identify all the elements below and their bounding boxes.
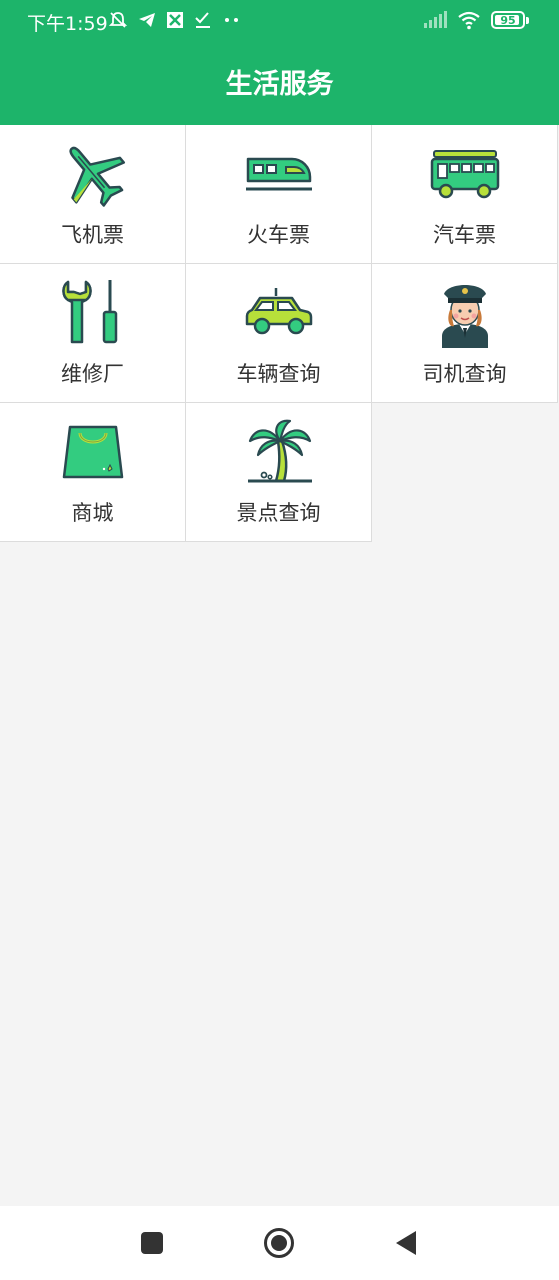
service-item-attraction-query[interactable]: 景点查询 bbox=[186, 403, 372, 542]
bus-icon bbox=[430, 150, 499, 199]
shopping-bag-icon bbox=[62, 425, 123, 479]
service-label: 司机查询 bbox=[422, 362, 507, 386]
driver-icon bbox=[441, 285, 488, 348]
back-button[interactable] bbox=[394, 1230, 418, 1256]
train-icon bbox=[245, 157, 312, 191]
system-navigation-bar bbox=[0, 1206, 559, 1280]
checkmark-icon bbox=[195, 12, 210, 28]
notification-icons bbox=[108, 10, 242, 30]
car-icon bbox=[245, 288, 312, 335]
service-item-repair-shop[interactable]: 维修厂 bbox=[0, 264, 186, 403]
wifi-icon bbox=[458, 11, 480, 30]
service-label: 火车票 bbox=[247, 223, 310, 247]
recent-apps-button[interactable] bbox=[140, 1231, 164, 1255]
service-label: 汽车票 bbox=[433, 223, 496, 247]
battery-indicator: 95 bbox=[491, 11, 529, 29]
service-item-bus[interactable]: 汽车票 bbox=[372, 125, 558, 264]
home-button[interactable] bbox=[263, 1227, 295, 1259]
mute-icon bbox=[108, 12, 128, 28]
service-item-train[interactable]: 火车票 bbox=[186, 125, 372, 264]
service-label: 商城 bbox=[71, 501, 114, 525]
service-label: 景点查询 bbox=[236, 501, 321, 525]
app-header: 下午1:59 95 生活服务 bbox=[0, 0, 559, 125]
service-item-vehicle-query[interactable]: 车辆查询 bbox=[186, 264, 372, 403]
page-title: 生活服务 bbox=[225, 69, 334, 100]
app-notification-icon bbox=[167, 12, 183, 28]
telegram-icon bbox=[139, 13, 155, 27]
service-label: 车辆查询 bbox=[236, 362, 321, 386]
signal-icon bbox=[424, 11, 447, 28]
service-item-flight[interactable]: 飞机票 bbox=[0, 125, 186, 264]
more-notifications-icon bbox=[225, 18, 238, 22]
status-bar: 下午1:59 95 bbox=[0, 0, 559, 42]
status-time: 下午1:59 bbox=[27, 13, 108, 35]
battery-level: 95 bbox=[500, 13, 516, 27]
service-label: 维修厂 bbox=[61, 362, 124, 386]
repair-tools-icon bbox=[61, 280, 117, 344]
palm-tree-icon bbox=[247, 419, 312, 483]
service-label: 飞机票 bbox=[61, 223, 124, 247]
service-item-driver-query[interactable]: 司机查询 bbox=[372, 264, 558, 403]
airplane-icon bbox=[69, 146, 125, 207]
system-status-icons: 95 bbox=[423, 10, 529, 30]
service-item-mall[interactable]: 商城 bbox=[0, 403, 186, 542]
